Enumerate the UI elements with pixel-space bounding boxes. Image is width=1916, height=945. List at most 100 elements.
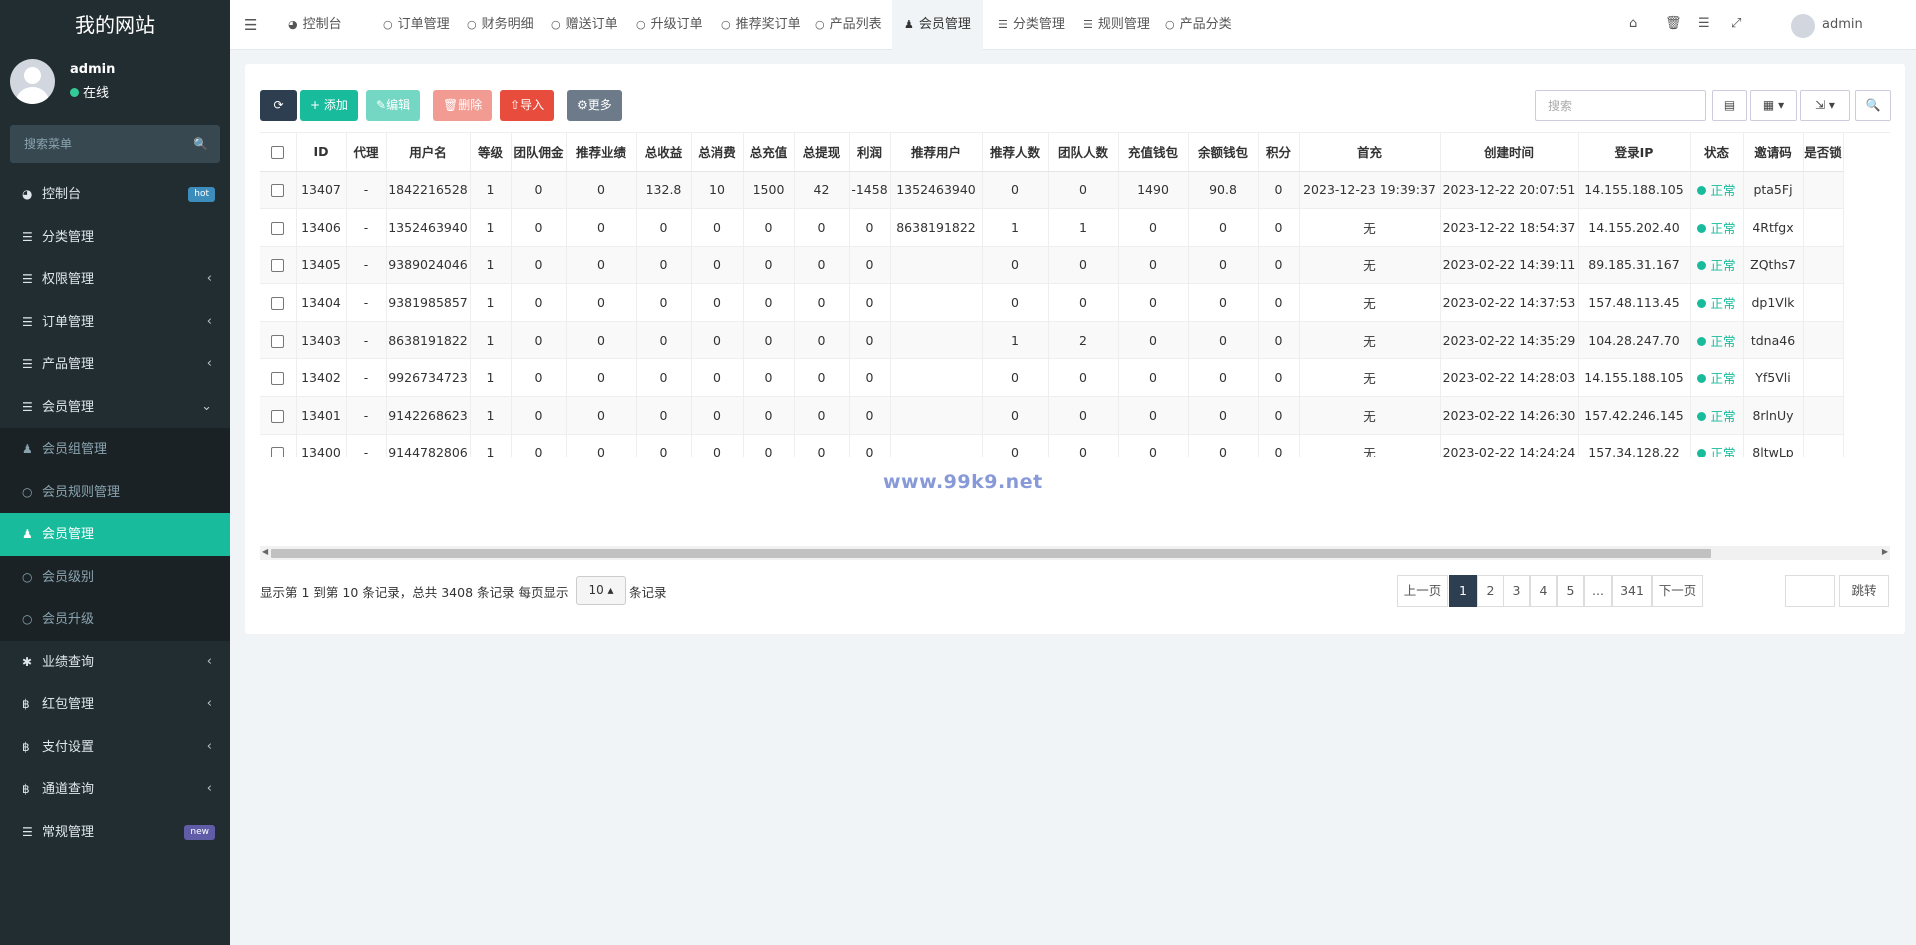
column-header[interactable]: 首充 — [1299, 133, 1441, 172]
tab-7[interactable]: ♟ 会员管理 — [892, 0, 983, 50]
sidebar-item-sidebar.items4[interactable]: ☰ 产品管理 ‹ — [0, 343, 230, 386]
column-header[interactable]: 团队人数 — [1048, 133, 1119, 172]
page-button[interactable]: 1 — [1449, 575, 1477, 607]
search-button[interactable]: 🔍 — [1855, 90, 1891, 121]
delete-button[interactable]: 🗑删除 — [433, 90, 493, 121]
add-button[interactable]: + 添加 — [300, 90, 358, 121]
translate-icon[interactable]: ☰ — [1698, 16, 1710, 31]
top-user-name[interactable]: admin — [1822, 17, 1863, 32]
refresh-button[interactable]: ⟳ — [260, 90, 297, 121]
column-header[interactable]: 邀请码 — [1743, 133, 1804, 172]
column-header[interactable]: 创建时间 — [1440, 133, 1579, 172]
edit-button[interactable]: ✎编辑 — [366, 90, 421, 121]
sidebar-item-sidebar.items1[interactable]: ☰ 分类管理 — [0, 216, 230, 259]
column-header[interactable]: 状态 — [1690, 133, 1744, 172]
horizontal-scrollbar[interactable]: ◀ ▶ — [260, 546, 1890, 560]
column-header[interactable]: ID — [296, 133, 347, 172]
sidebar-item-sidebar.items21[interactable]: ฿ 红包管理 ‹ — [0, 683, 230, 726]
top-avatar[interactable] — [1791, 14, 1815, 38]
tab-9[interactable]: ☰ 规则管理 — [1071, 0, 1162, 50]
table-row[interactable]: 13400-9144782806 1 0 0 0 0 0 0 0 0 0 0 0 0 无 2023-02-22… — [260, 434, 1844, 457]
page-size-select[interactable]: 10 ▴ — [576, 576, 626, 605]
sidebar-item-sidebar.items23[interactable]: ฿ 通道查询 ‹ — [0, 768, 230, 811]
sidebar-item-sidebar.items0[interactable]: ◕ 控制台 hot — [0, 173, 230, 216]
tab-1[interactable]: ○ 订单管理 — [371, 0, 462, 50]
site-logo[interactable]: 我的网站 — [0, 0, 230, 50]
fullscreen-icon[interactable]: ⤢ — [1731, 16, 1741, 31]
table-search-input[interactable] — [1535, 90, 1706, 121]
table-row[interactable]: 13407-1842216528 1 0 0 132.8 10 1500 42 -1458 135… — [260, 171, 1844, 210]
table-row[interactable]: 13404-9381985857 1 0 0 0 0 0 0 0 0 0 0 0 0 无 2023-02-22… — [260, 283, 1844, 322]
column-header[interactable]: 总消费 — [691, 133, 744, 172]
menu-search-input[interactable] — [10, 125, 220, 163]
column-header[interactable]: 是否锁 — [1803, 133, 1844, 172]
search-icon[interactable]: 🔍 — [193, 137, 208, 151]
row-checkbox[interactable] — [271, 372, 285, 386]
column-header[interactable]: 代理 — [346, 133, 387, 172]
tab-6[interactable]: ○ 产品列表 — [803, 0, 894, 50]
column-header[interactable]: 充值钱包 — [1118, 133, 1189, 172]
tab-4[interactable]: ○ 升级订单 — [624, 0, 715, 50]
column-header[interactable]: 余额钱包 — [1188, 133, 1259, 172]
column-header[interactable]: 团队佣金 — [511, 133, 567, 172]
home-icon[interactable]: ⌂ — [1629, 16, 1637, 31]
column-header[interactable]: 利润 — [849, 133, 891, 172]
page-button[interactable]: 下一页 — [1652, 575, 1703, 607]
row-checkbox[interactable] — [271, 409, 285, 423]
scrollbar-thumb[interactable] — [271, 549, 1711, 558]
column-header[interactable]: 登录IP — [1578, 133, 1691, 172]
column-header[interactable]: 推荐人数 — [982, 133, 1049, 172]
row-checkbox[interactable] — [271, 259, 285, 273]
tab-10[interactable]: ○ 产品分类 — [1153, 0, 1244, 50]
page-button[interactable]: 2 — [1477, 575, 1504, 607]
sidebar-item-sidebar.subitems3[interactable]: ○ 会员级别 — [0, 556, 230, 599]
column-header[interactable]: 总提现 — [794, 133, 850, 172]
tab-5[interactable]: ○ 推荐奖订单 — [709, 0, 813, 50]
tab-8[interactable]: ☰ 分类管理 — [986, 0, 1077, 50]
select-all-checkbox[interactable] — [271, 146, 285, 160]
tab-3[interactable]: ○ 赠送订单 — [539, 0, 630, 50]
row-checkbox[interactable] — [271, 221, 285, 235]
table-row[interactable]: 13403-8638191822 1 0 0 0 0 0 0 0 1 2 0 0 0 无 2023-02-22… — [260, 321, 1844, 360]
export-button[interactable]: ⇲ ▾ — [1800, 90, 1850, 121]
page-button[interactable]: 341 — [1612, 575, 1652, 607]
column-header[interactable]: 用户名 — [386, 133, 471, 172]
column-header[interactable]: 推荐业绩 — [566, 133, 637, 172]
table-row[interactable]: 13402-9926734723 1 0 0 0 0 0 0 0 0 0 0 0 0 无 2023-02-22… — [260, 358, 1844, 398]
page-button[interactable]: 4 — [1530, 575, 1557, 607]
table-row[interactable]: 13401-9142268623 1 0 0 0 0 0 0 0 0 0 0 0 0 无 2023-02-22… — [260, 396, 1844, 435]
menu-toggle-icon[interactable]: ☰ — [244, 16, 257, 34]
page-button[interactable]: 5 — [1557, 575, 1584, 607]
row-checkbox[interactable] — [271, 184, 285, 198]
column-header[interactable]: 积分 — [1258, 133, 1300, 172]
sidebar-item-sidebar.subitems1[interactable]: ○ 会员规则管理 — [0, 471, 230, 514]
sidebar-item-sidebar.subitems2[interactable]: ♟ 会员管理 — [0, 513, 230, 556]
column-header[interactable]: 推荐用户 — [890, 133, 983, 172]
sidebar-item-sidebar.items5[interactable]: ☰ 会员管理 ⌄ — [0, 386, 230, 429]
column-header[interactable]: 等级 — [470, 133, 512, 172]
import-button[interactable]: ⇧导入 — [500, 90, 555, 121]
columns-button[interactable]: ▦ ▾ — [1750, 90, 1797, 121]
row-checkbox[interactable] — [271, 334, 285, 348]
sidebar-item-sidebar.items22[interactable]: ฿ 支付设置 ‹ — [0, 726, 230, 769]
page-button[interactable]: ... — [1584, 575, 1612, 607]
sidebar-item-sidebar.items20[interactable]: ✱ 业绩查询 ‹ — [0, 641, 230, 684]
sidebar-item-sidebar.subitems4[interactable]: ○ 会员升级 — [0, 598, 230, 641]
toggle-view-button[interactable]: ▤ — [1712, 90, 1747, 121]
scroll-left-icon[interactable]: ◀ — [262, 547, 268, 556]
table-row[interactable]: 13405-9389024046 1 0 0 0 0 0 0 0 0 0 0 0 0 无 2023-02-22… — [260, 246, 1844, 285]
table-row[interactable]: 13406-1352463940 1 0 0 0 0 0 0 0 8638191822 1 1 0 0 0 无… — [260, 208, 1844, 247]
tab-2[interactable]: ○ 财务明细 — [455, 0, 546, 50]
trash-icon[interactable]: 🗑 — [1665, 16, 1682, 31]
more-button[interactable]: ⚙更多 — [567, 90, 622, 121]
sidebar-item-sidebar.items3[interactable]: ☰ 订单管理 ‹ — [0, 301, 230, 344]
scroll-right-icon[interactable]: ▶ — [1882, 547, 1888, 556]
row-checkbox[interactable] — [271, 297, 285, 311]
sidebar-item-sidebar.items2[interactable]: ☰ 权限管理 ‹ — [0, 258, 230, 301]
jump-button[interactable]: 跳转 — [1839, 575, 1889, 607]
page-button[interactable]: 3 — [1503, 575, 1530, 607]
sidebar-item-sidebar.subitems0[interactable]: ♟ 会员组管理 — [0, 428, 230, 471]
sidebar-item-sidebar.items24[interactable]: ☰ 常规管理 new — [0, 811, 230, 854]
column-header[interactable]: 总充值 — [743, 133, 795, 172]
page-jump-input[interactable] — [1785, 575, 1835, 607]
